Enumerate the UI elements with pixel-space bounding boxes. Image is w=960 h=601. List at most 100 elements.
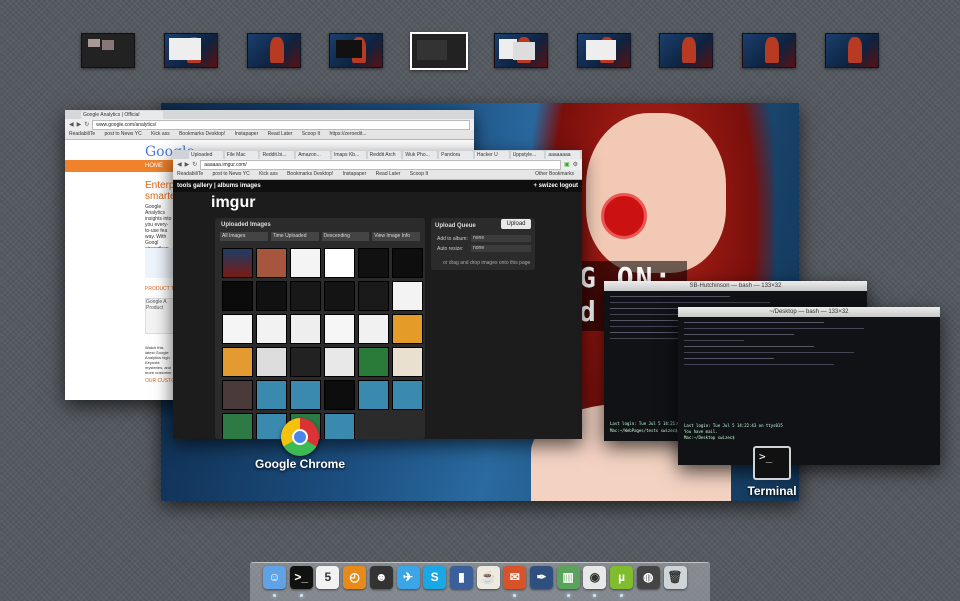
bookmark-item[interactable]: Instapaper — [343, 171, 367, 177]
tab-item[interactable]: Uploaded — [189, 151, 223, 159]
image-thumbnail[interactable] — [392, 281, 423, 311]
tab-item[interactable]: File Mac — [224, 151, 259, 159]
image-thumbnail[interactable] — [358, 248, 389, 278]
tab-item[interactable]: Amazon... — [296, 151, 330, 159]
bookmark-item[interactable]: post to News YC — [105, 131, 142, 137]
url-field[interactable]: aaaaaa.imgur.com/ — [200, 159, 561, 170]
image-thumbnail[interactable] — [358, 380, 389, 410]
bookmark-item[interactable]: ReadabiliTe — [177, 171, 203, 177]
image-thumbnail[interactable] — [358, 314, 389, 344]
extension-icon[interactable]: ▣ — [564, 161, 570, 168]
pen-icon[interactable]: ✒ — [530, 566, 553, 589]
image-thumbnail[interactable] — [290, 314, 321, 344]
tab-item[interactable]: Hacker U — [474, 151, 509, 159]
bookmark-item[interactable]: Bookmarks Desktop! — [287, 171, 333, 177]
bookmark-item[interactable]: Other Bookmarks — [535, 170, 574, 179]
terminal-window-front[interactable]: ~/Desktop — bash — 133×32 Last login: Tu… — [678, 307, 940, 465]
stats-icon[interactable]: ▥ — [556, 566, 580, 589]
chrome-app-icon[interactable] — [281, 418, 319, 456]
imgur-user-links[interactable]: + swizec logout — [533, 180, 578, 192]
image-thumbnail[interactable] — [222, 281, 253, 311]
image-thumbnail[interactable] — [324, 314, 355, 344]
bookmark-item[interactable]: Scoop It — [302, 131, 320, 137]
utorrent-icon[interactable]: µ — [610, 566, 634, 589]
space-thumbnail-2[interactable] — [164, 33, 218, 68]
reload-icon[interactable]: ↻ — [192, 161, 197, 168]
upload-button[interactable]: Upload — [501, 219, 531, 229]
bookmark-item[interactable]: Instapaper — [235, 131, 259, 137]
space-thumbnail-1[interactable] — [81, 33, 135, 68]
image-thumbnail[interactable] — [222, 248, 253, 278]
terminal-app-icon[interactable]: >_ — [753, 446, 791, 480]
ical-icon[interactable]: 5 — [316, 566, 340, 589]
image-thumbnail[interactable] — [256, 380, 287, 410]
bookmark-item[interactable]: Scoop It — [410, 171, 428, 177]
imgur-browser-window[interactable]: Uploaded File Mac Reddit.bi... Amazon...… — [173, 150, 582, 439]
image-thumbnail[interactable] — [290, 281, 321, 311]
product-card[interactable]: Google A Product — [145, 298, 175, 334]
tab-item[interactable]: Wuk Pho... — [403, 151, 438, 159]
space-thumbnail-3[interactable] — [247, 33, 301, 68]
finder-icon[interactable]: ☺ — [263, 566, 286, 589]
space-thumbnail-current[interactable] — [410, 32, 468, 70]
back-icon[interactable]: ◀ — [177, 161, 182, 168]
image-thumbnail[interactable] — [392, 248, 423, 278]
camera-icon[interactable]: ◍ — [636, 566, 660, 589]
image-thumbnail[interactable] — [256, 281, 287, 311]
image-thumbnail[interactable] — [290, 248, 321, 278]
terminal-prompt[interactable]: Mac:~/Desktop swizec$ — [684, 435, 735, 440]
bookmark-item[interactable]: Bookmarks Desktop! — [179, 131, 225, 137]
image-thumbnail[interactable] — [392, 380, 423, 410]
trash-icon[interactable]: 🗑 — [663, 566, 687, 589]
filter-select[interactable]: All Images — [220, 232, 268, 241]
imgur-nav-links[interactable]: tools gallery | albums images — [177, 180, 261, 192]
bookmark-item[interactable]: ReadabiliTe — [69, 131, 95, 137]
image-thumbnail[interactable] — [324, 281, 355, 311]
bookmark-item[interactable]: Kick ass — [151, 131, 170, 137]
tab-item[interactable]: aaaaaaaa — [546, 151, 581, 159]
tab-item[interactable]: Pandora — [439, 151, 473, 159]
tab-item[interactable]: Imaps Kb... — [331, 151, 366, 159]
skype-icon[interactable]: S — [423, 566, 447, 589]
space-thumbnail-10[interactable] — [825, 33, 879, 68]
image-thumbnail[interactable] — [392, 347, 423, 377]
back-icon[interactable]: ◀ — [69, 121, 74, 128]
clock-icon[interactable]: ◴ — [343, 566, 367, 589]
space-thumbnail-7[interactable] — [577, 33, 631, 68]
bookmark-item[interactable]: Read Later — [376, 171, 401, 177]
sort-select[interactable]: Time Uploaded — [270, 232, 319, 241]
url-field[interactable]: www.google.com/analytics/ — [92, 119, 470, 130]
space-thumbnail-8[interactable] — [659, 33, 713, 68]
image-thumbnail[interactable] — [222, 347, 253, 377]
tab-item[interactable]: Reddit.bi... — [260, 151, 295, 159]
forward-icon[interactable]: ▶ — [185, 161, 190, 168]
order-select[interactable]: Descending — [321, 232, 370, 241]
image-thumbnail[interactable] — [256, 248, 287, 278]
nav-home[interactable]: HOME — [145, 160, 163, 172]
auto-resize-select[interactable]: none — [471, 245, 531, 252]
bookmark-item[interactable]: https://zeroedit... — [330, 131, 367, 137]
image-thumbnail[interactable] — [222, 380, 253, 410]
image-thumbnail[interactable] — [222, 413, 253, 439]
image-thumbnail[interactable] — [324, 347, 355, 377]
image-thumbnail[interactable] — [290, 380, 321, 410]
chrome-icon[interactable]: ◉ — [583, 566, 607, 589]
space-thumbnail-6[interactable] — [494, 33, 548, 68]
remote-icon[interactable]: ▮ — [449, 566, 473, 589]
tab-item[interactable]: Reddit Arch — [367, 151, 402, 159]
wrench-icon[interactable]: ⚙ — [573, 161, 578, 168]
bookmark-item[interactable]: post to News YC — [213, 171, 250, 177]
image-thumbnail[interactable] — [324, 248, 355, 278]
image-thumbnail[interactable] — [222, 314, 253, 344]
add-album-select[interactable]: none — [471, 235, 531, 242]
image-thumbnail[interactable] — [324, 380, 355, 410]
teacup-icon[interactable]: ☕ — [476, 566, 500, 589]
view-select[interactable]: View Image Info — [372, 232, 420, 241]
twitter-icon[interactable]: ✈ — [396, 566, 420, 589]
forward-icon[interactable]: ▶ — [77, 121, 82, 128]
image-thumbnail[interactable] — [358, 281, 389, 311]
image-thumbnail[interactable] — [324, 413, 355, 439]
image-thumbnail[interactable] — [392, 314, 423, 344]
space-thumbnail-4[interactable] — [329, 33, 383, 68]
space-thumbnail-9[interactable] — [742, 33, 796, 68]
